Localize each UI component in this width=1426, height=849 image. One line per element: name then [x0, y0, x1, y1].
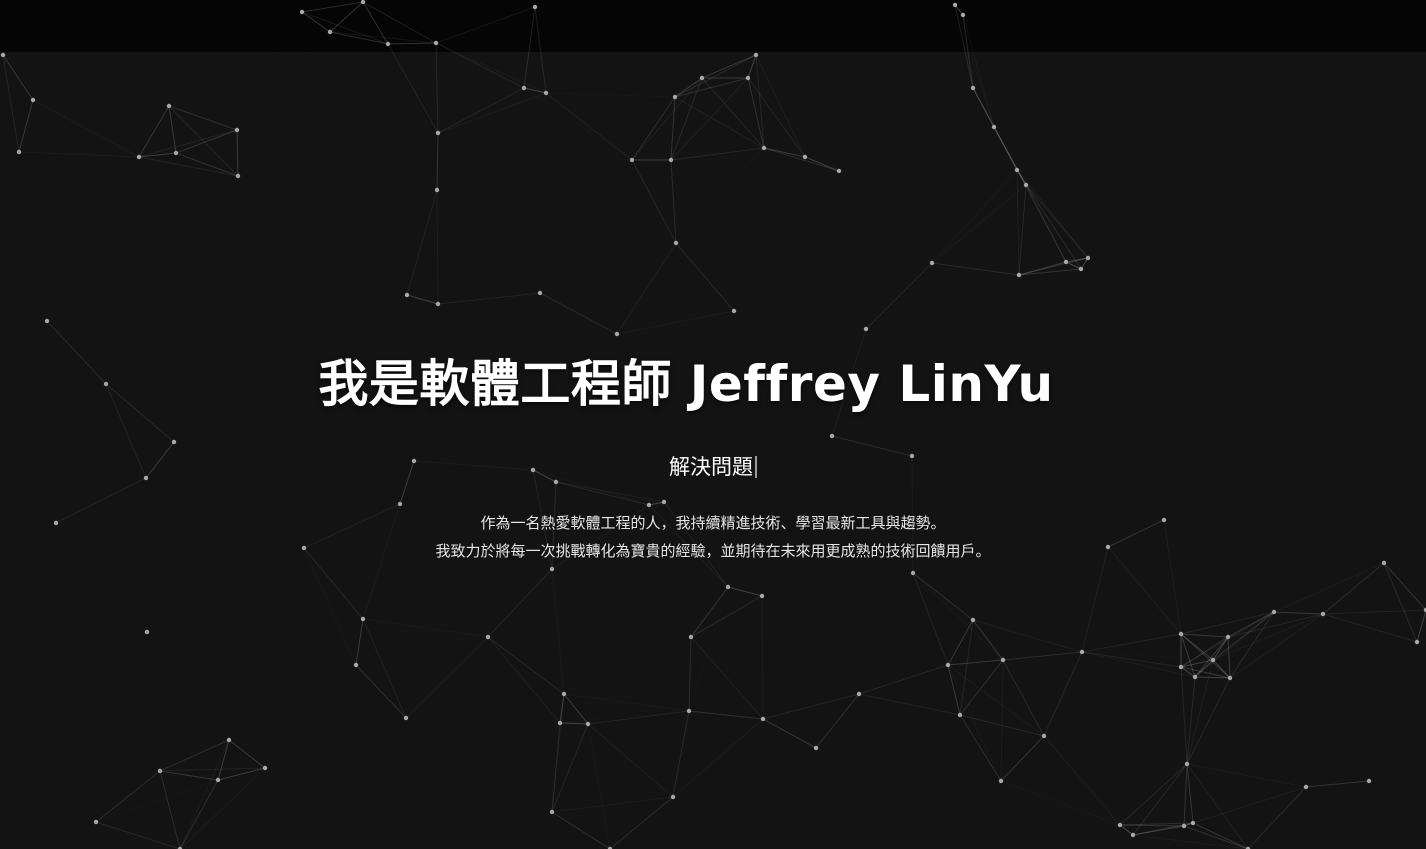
description-line: 作為一名熱愛軟體工程的人，我持續精進技術、學習最新工具與趨勢。	[480, 514, 946, 532]
hero-description: 作為一名熱愛軟體工程的人，我持續精進技術、學習最新工具與趨勢。 我致力於將每一次…	[0, 509, 1426, 565]
typed-text: 解決問題	[669, 455, 753, 479]
typing-cursor	[755, 456, 757, 478]
page: 我是軟體工程師 Jeffrey LinYu 解決問題 作為一名熱愛軟體工程的人，…	[0, 0, 1426, 849]
typed-subtitle: 解決問題	[0, 452, 1426, 482]
hero-section: 我是軟體工程師 Jeffrey LinYu 解決問題 作為一名熱愛軟體工程的人，…	[0, 0, 1426, 849]
hero-title: 我是軟體工程師 Jeffrey LinYu	[318, 355, 1054, 413]
description-line: 我致力於將每一次挑戰轉化為寶貴的經驗，並期待在未來用更成熟的技術回饋用戶。	[435, 542, 991, 560]
